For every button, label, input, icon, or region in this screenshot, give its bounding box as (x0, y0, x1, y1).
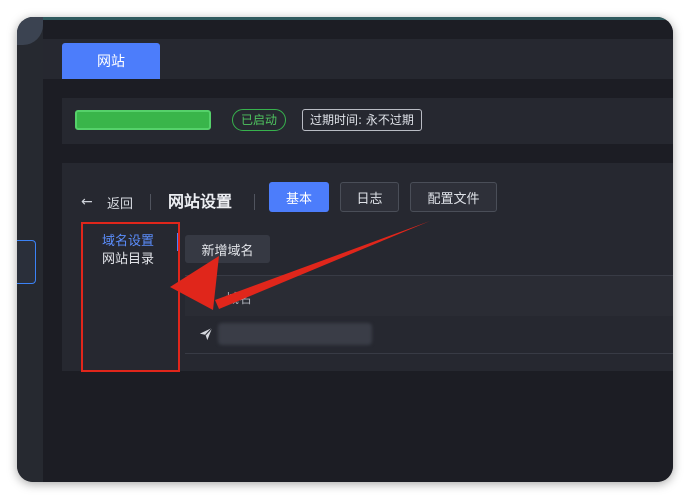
sidebar-active-item[interactable] (17, 240, 36, 284)
send-icon (199, 327, 213, 341)
site-name-badge[interactable] (75, 110, 211, 130)
annotation-highlight-box (81, 222, 180, 372)
tab-site[interactable]: 网站 (62, 43, 160, 79)
panel-title: 网站设置 (168, 192, 233, 211)
back-button[interactable]: 返回 (107, 193, 133, 212)
column-header-domain: 域名 (226, 292, 253, 307)
sidebar-logo-fragment (17, 17, 43, 45)
running-status-badge: 已启动 (232, 109, 287, 131)
domain-value-redacted[interactable] (218, 323, 372, 345)
chip-basic[interactable]: 基本 (269, 182, 329, 212)
arrow-left-icon[interactable]: ← (81, 194, 93, 210)
chip-logs[interactable]: 日志 (340, 182, 399, 212)
site-status-card: 已启动 过期时间: 永不过期 (62, 98, 673, 144)
expire-time-badge[interactable]: 过期时间: 永不过期 (302, 109, 422, 131)
table-row (185, 316, 673, 354)
tab-bar: 网站 (43, 39, 673, 79)
divider (150, 194, 151, 210)
chip-config-file[interactable]: 配置文件 (410, 182, 497, 212)
left-sidebar-strip (17, 17, 43, 482)
add-domain-button[interactable]: 新增域名 (185, 235, 270, 263)
domain-table-header: 域名 (185, 275, 673, 317)
divider (254, 194, 255, 210)
